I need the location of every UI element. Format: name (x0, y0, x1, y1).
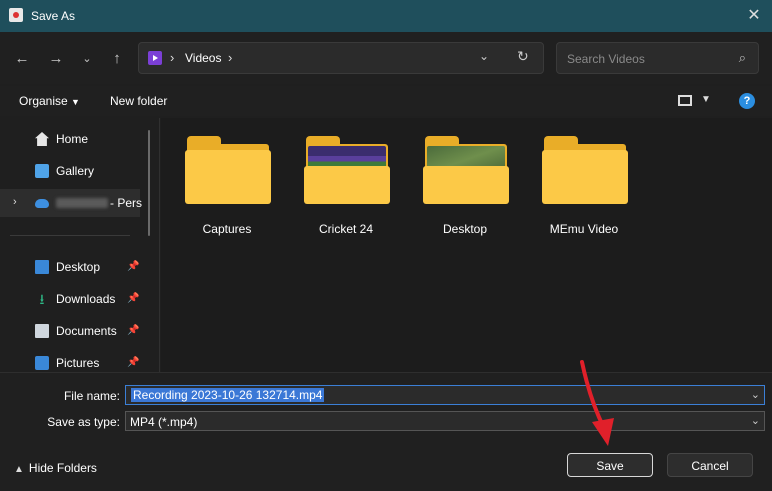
chevron-down-icon[interactable]: ⌄ (751, 414, 760, 427)
home-icon (35, 132, 49, 146)
hide-folders-label: Hide Folders (28, 461, 97, 475)
folder-icon (304, 136, 390, 206)
folder-item-captures[interactable]: Captures (177, 136, 277, 246)
chevron-up-icon: ▲ (14, 464, 24, 475)
onedrive-cloud-icon (35, 199, 49, 208)
folder-name: Desktop (442, 222, 488, 236)
sidebar-item-label: Downloads (56, 292, 116, 306)
help-icon[interactable]: ? (739, 93, 755, 109)
navigation-pane: Home Gallery › - Pers Desktop 📌 ⭳ Downlo… (0, 118, 160, 372)
sidebar-item-label: Documents (56, 324, 117, 338)
save-as-type-value: MP4 (*.mp4) (130, 415, 198, 429)
pin-icon: 📌 (127, 293, 140, 304)
chevron-down-icon[interactable]: ⌄ (751, 388, 760, 401)
gallery-icon (35, 164, 49, 178)
file-name-input[interactable]: Recording 2023-10-26 132714.mp4 ⌄ (125, 385, 765, 405)
folder-item-desktop[interactable]: Desktop (415, 136, 515, 246)
recent-locations-chevron-icon[interactable]: ⌄ (76, 48, 98, 70)
sidebar-divider (10, 235, 130, 236)
window-title: Save As (31, 9, 76, 23)
pin-icon: 📌 (127, 261, 140, 272)
folder-icon (185, 136, 271, 206)
search-box[interactable]: ⌕ (556, 42, 759, 74)
redacted-account-name (56, 198, 108, 208)
chevron-down-icon: ▼ (71, 97, 80, 107)
pin-icon: 📌 (127, 357, 140, 368)
search-input[interactable] (565, 49, 729, 69)
address-bar[interactable]: › Videos › ⌄ ↻ (138, 42, 544, 74)
sidebar-item-downloads[interactable]: ⭳ Downloads 📌 (0, 285, 140, 313)
folder-icon (423, 136, 509, 206)
file-name-label: File name: (63, 389, 120, 403)
close-icon[interactable]: ✕ (742, 4, 766, 28)
pin-icon: 📌 (127, 325, 140, 336)
breadcrumb-separator-icon[interactable]: › (170, 50, 174, 65)
back-arrow-icon[interactable]: ← (11, 48, 33, 70)
file-name-value[interactable]: Recording 2023-10-26 132714.mp4 (131, 388, 325, 402)
breadcrumb-videos[interactable]: Videos (185, 51, 221, 65)
save-as-type-select[interactable]: MP4 (*.mp4) ⌄ (125, 411, 765, 431)
cancel-button[interactable]: Cancel (667, 453, 753, 477)
organise-button[interactable]: Organise ▼ (19, 94, 80, 108)
save-as-type-label: Save as type: (47, 415, 120, 429)
search-icon[interactable]: ⌕ (739, 50, 746, 66)
breadcrumb-separator-icon[interactable]: › (228, 50, 232, 65)
folder-icon (542, 136, 628, 206)
sidebar-item-label: - Pers (110, 196, 143, 210)
new-folder-button[interactable]: New folder (110, 94, 167, 108)
title-bar: Save As ✕ (0, 0, 772, 32)
sidebar-item-onedrive[interactable]: › - Pers (0, 189, 143, 217)
app-icon (9, 8, 23, 22)
annotation-arrow-icon (580, 360, 614, 446)
download-icon: ⭳ (39, 291, 45, 307)
expand-chevron-icon[interactable]: › (13, 196, 17, 208)
sidebar-item-home[interactable]: Home (0, 125, 140, 153)
forward-arrow-icon[interactable]: → (45, 48, 67, 70)
pictures-icon (35, 356, 49, 370)
folder-name: Cricket 24 (318, 222, 374, 236)
desktop-icon (35, 260, 49, 274)
organise-label: Organise (19, 94, 68, 108)
command-bar: Organise ▼ New folder (0, 86, 772, 116)
sidebar-item-label: Desktop (56, 260, 101, 274)
sidebar-item-label: Home (56, 132, 89, 146)
folder-item-cricket-24[interactable]: Cricket 24 (296, 136, 396, 246)
folder-item-memu-video[interactable]: MEmu Video (534, 136, 634, 246)
address-dropdown-icon[interactable]: ⌄ (479, 49, 489, 63)
folder-name: Captures (202, 222, 252, 236)
sidebar-item-label: Pictures (56, 356, 100, 370)
videos-folder-icon (148, 51, 162, 65)
view-dropdown-icon[interactable]: ▼ (701, 94, 711, 105)
document-icon (35, 324, 49, 338)
sidebar-item-desktop[interactable]: Desktop 📌 (0, 253, 140, 281)
refresh-icon[interactable]: ↻ (517, 48, 529, 65)
up-arrow-icon[interactable]: ↑ (106, 48, 128, 70)
file-list: Captures Cricket 24 Desktop MEmu Video (161, 118, 772, 372)
sidebar-item-gallery[interactable]: Gallery (0, 157, 140, 185)
folder-name: MEmu Video (549, 222, 619, 236)
save-button[interactable]: Save (567, 453, 653, 477)
sidebar-item-documents[interactable]: Documents 📌 (0, 317, 140, 345)
sidebar-scrollbar[interactable] (148, 130, 150, 236)
sidebar-item-label: Gallery (56, 164, 95, 178)
view-mode-icon[interactable] (678, 95, 692, 106)
hide-folders-button[interactable]: ▲ Hide Folders (14, 461, 97, 475)
